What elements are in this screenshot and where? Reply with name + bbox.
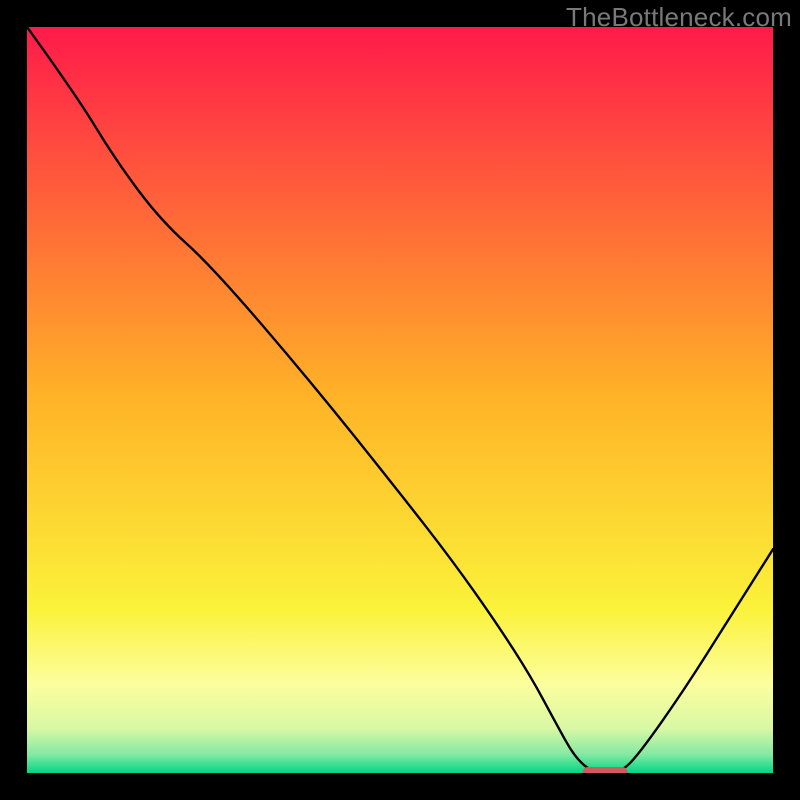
target-marker	[583, 767, 628, 773]
chart-frame: TheBottleneck.com	[0, 0, 800, 800]
plot-svg	[27, 27, 773, 773]
plot-area	[27, 27, 773, 773]
gradient-background	[27, 27, 773, 773]
